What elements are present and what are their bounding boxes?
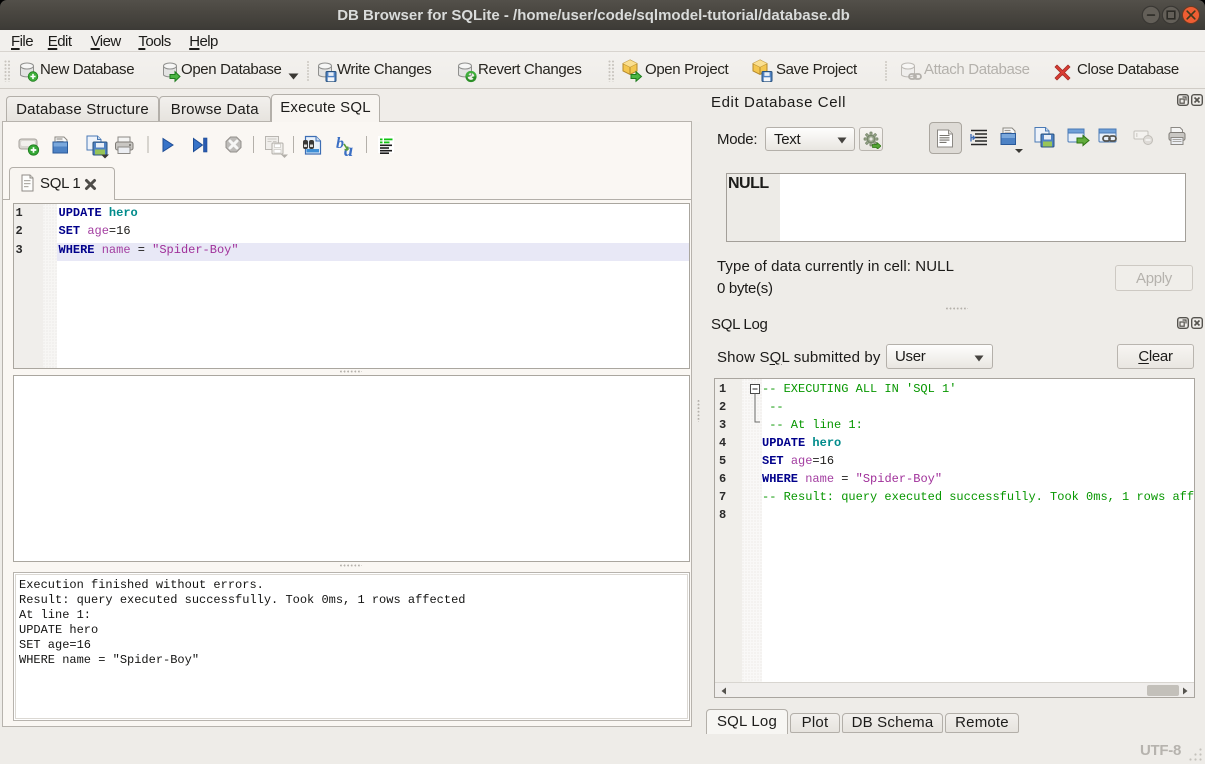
- svg-text:b: b: [336, 135, 344, 152]
